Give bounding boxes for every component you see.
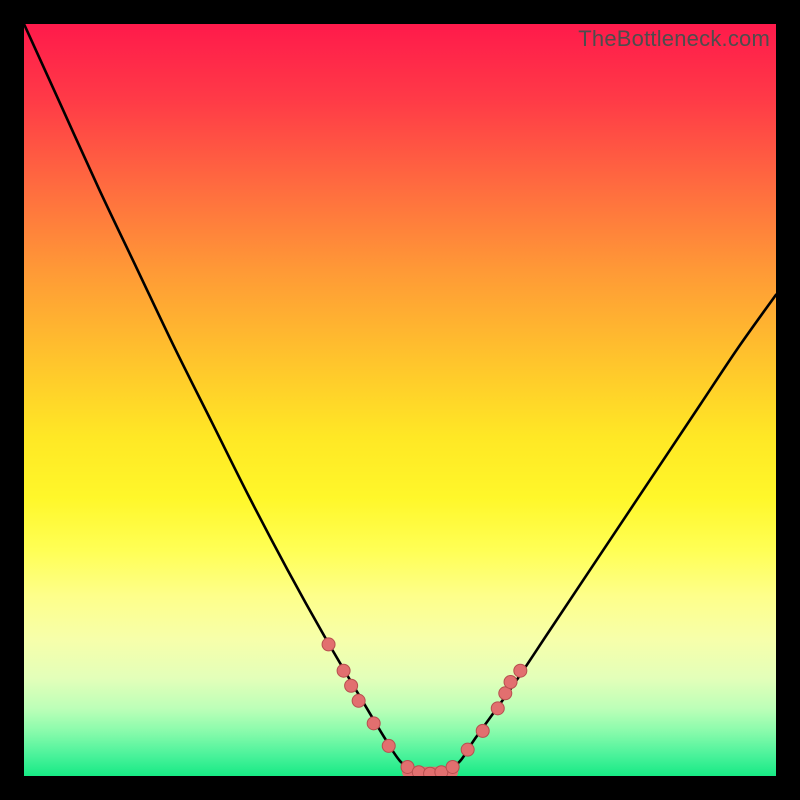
chart-frame: TheBottleneck.com: [0, 0, 800, 800]
data-marker: [382, 739, 395, 752]
data-marker: [476, 724, 489, 737]
data-marker: [352, 694, 365, 707]
data-marker: [345, 679, 358, 692]
plot-area: TheBottleneck.com: [24, 24, 776, 776]
data-marker: [514, 664, 527, 677]
data-marker: [322, 638, 335, 651]
bottleneck-curve: [24, 24, 776, 776]
data-marker: [504, 676, 517, 689]
watermark-text: TheBottleneck.com: [578, 26, 770, 52]
data-marker: [446, 760, 459, 773]
curve-layer: [24, 24, 776, 776]
data-marker: [461, 743, 474, 756]
data-marker: [367, 717, 380, 730]
data-marker: [491, 702, 504, 715]
data-marker: [337, 664, 350, 677]
